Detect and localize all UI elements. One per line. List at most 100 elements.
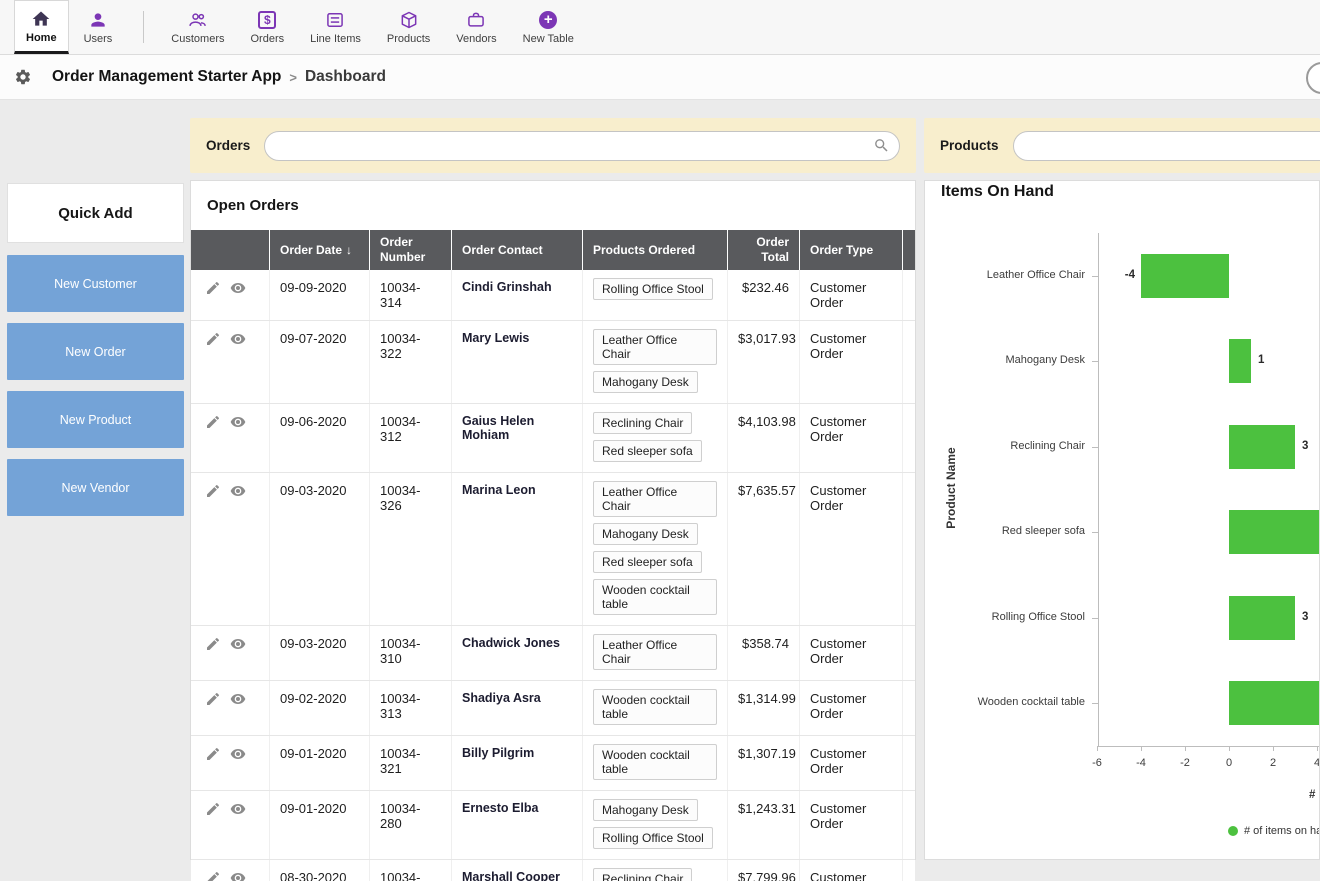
- quick-add-title: Quick Add: [58, 205, 132, 222]
- header-products-ordered[interactable]: Products Ordered: [583, 230, 728, 270]
- view-row-icon[interactable]: [230, 483, 246, 499]
- x-axis-title: # of items on hand: [1309, 789, 1320, 801]
- order-date-cell: 09-06-2020: [270, 404, 370, 472]
- tab-label: Customers: [171, 33, 224, 45]
- view-row-icon[interactable]: [230, 414, 246, 430]
- order-total-cell: $1,314.99: [728, 681, 800, 735]
- table-row[interactable]: 09-01-202010034-321Billy PilgrimWooden c…: [191, 736, 915, 791]
- view-row-icon[interactable]: [230, 746, 246, 762]
- view-row-icon[interactable]: [230, 280, 246, 296]
- breadcrumb-app-title[interactable]: Order Management Starter App: [52, 68, 281, 86]
- order-date-cell: 09-03-2020: [270, 473, 370, 625]
- y-axis-tick: [1092, 618, 1098, 619]
- y-axis-tick: [1092, 703, 1098, 704]
- tab-users[interactable]: Users: [73, 0, 124, 54]
- chart-bar: [1141, 254, 1229, 298]
- order-date-cell: 09-01-2020: [270, 736, 370, 790]
- product-pill: Wooden cocktail table: [593, 689, 717, 725]
- new-customer-button[interactable]: New Customer: [7, 255, 184, 312]
- tab-customers[interactable]: Customers: [160, 0, 235, 54]
- products-search-input[interactable]: [1013, 131, 1320, 161]
- x-tick-label: -4: [1126, 757, 1156, 769]
- user-icon: [88, 10, 108, 30]
- edit-row-icon[interactable]: [205, 280, 221, 296]
- order-number-cell: 10034-314: [370, 270, 452, 320]
- user-avatar[interactable]: [1306, 62, 1320, 94]
- product-pill: Mahogany Desk: [593, 523, 698, 545]
- gear-icon[interactable]: [14, 68, 32, 86]
- table-row[interactable]: 09-09-202010034-314Cindi GrinshahRolling…: [191, 270, 915, 321]
- edit-row-icon[interactable]: [205, 801, 221, 817]
- tab-products[interactable]: Products: [376, 0, 441, 54]
- order-contact-cell: Shadiya Asra: [452, 681, 583, 735]
- new-product-button[interactable]: New Product: [7, 391, 184, 448]
- tab-line-items[interactable]: Line Items: [299, 0, 372, 54]
- edit-row-icon[interactable]: [205, 331, 221, 347]
- order-type-cell: Customer Order: [800, 681, 903, 735]
- row-actions: [191, 321, 270, 403]
- products-ordered-cell: Reclining ChairRed sleeper sofa: [583, 404, 728, 472]
- order-contact-cell: Billy Pilgrim: [452, 736, 583, 790]
- category-label: Wooden cocktail table: [925, 696, 1085, 708]
- new-vendor-button[interactable]: New Vendor: [7, 459, 184, 516]
- tab-orders[interactable]: $ Orders: [239, 0, 295, 54]
- row-actions: [191, 404, 270, 472]
- x-tick-label: -6: [1082, 757, 1112, 769]
- edit-row-icon[interactable]: [205, 414, 221, 430]
- chart-bar: [1229, 596, 1295, 640]
- header-order-number[interactable]: Order Number: [370, 230, 452, 270]
- customers-icon: [188, 10, 208, 30]
- edit-row-icon[interactable]: [205, 483, 221, 499]
- header-order-date[interactable]: Order Date ↓: [270, 230, 370, 270]
- table-row[interactable]: 09-01-202010034-280Ernesto ElbaMahogany …: [191, 791, 915, 860]
- table-row[interactable]: 09-06-202010034-312Gaius Helen MohiamRec…: [191, 404, 915, 473]
- row-spacer: [903, 473, 923, 625]
- new-order-button[interactable]: New Order: [7, 323, 184, 380]
- edit-row-icon[interactable]: [205, 746, 221, 762]
- header-order-type[interactable]: Order Type: [800, 230, 903, 270]
- row-spacer: [903, 626, 923, 680]
- tab-vendors[interactable]: Vendors: [445, 0, 507, 54]
- view-row-icon[interactable]: [230, 870, 246, 881]
- product-pill: Leather Office Chair: [593, 329, 717, 365]
- view-row-icon[interactable]: [230, 331, 246, 347]
- edit-row-icon[interactable]: [205, 870, 221, 881]
- order-contact-cell: Cindi Grinshah: [452, 270, 583, 320]
- table-row[interactable]: 09-07-202010034-322Mary LewisLeather Off…: [191, 321, 915, 404]
- x-tick-label: -2: [1170, 757, 1200, 769]
- chart-bar: [1229, 339, 1251, 383]
- tab-label: Products: [387, 33, 430, 45]
- vendors-icon: [466, 10, 486, 30]
- edit-row-icon[interactable]: [205, 691, 221, 707]
- product-pill: Rolling Office Stool: [593, 827, 713, 849]
- open-orders-panel: Open Orders Order Date ↓ Order Number Or…: [190, 180, 916, 860]
- view-row-icon[interactable]: [230, 636, 246, 652]
- table-row[interactable]: 09-02-202010034-313Shadiya AsraWooden co…: [191, 681, 915, 736]
- table-row[interactable]: 09-03-202010034-310Chadwick JonesLeather…: [191, 626, 915, 681]
- table-row[interactable]: 09-03-202010034-326Marina LeonLeather Of…: [191, 473, 915, 626]
- search-icon[interactable]: [873, 137, 890, 154]
- products-ordered-cell: Wooden cocktail table: [583, 681, 728, 735]
- product-pill: Wooden cocktail table: [593, 744, 717, 780]
- product-pill: Mahogany Desk: [593, 371, 698, 393]
- tab-new-table[interactable]: + New Table: [512, 0, 585, 54]
- edit-row-icon[interactable]: [205, 636, 221, 652]
- header-order-contact[interactable]: Order Contact: [452, 230, 583, 270]
- order-date-cell: 08-30-2020: [270, 860, 370, 881]
- order-type-cell: Customer Order: [800, 270, 903, 320]
- product-pill: Mahogany Desk: [593, 799, 698, 821]
- view-row-icon[interactable]: [230, 801, 246, 817]
- view-row-icon[interactable]: [230, 691, 246, 707]
- open-orders-title: Open Orders: [191, 195, 915, 230]
- orders-search-input[interactable]: [264, 131, 900, 161]
- product-pill: Reclining Chair: [593, 412, 692, 434]
- row-spacer: [903, 270, 923, 320]
- order-contact-cell: Chadwick Jones: [452, 626, 583, 680]
- table-row[interactable]: 08-30-202010034-315Marshall CooperReclin…: [191, 860, 915, 881]
- tab-home[interactable]: Home: [14, 0, 69, 54]
- header-order-total[interactable]: Order Total: [728, 230, 800, 270]
- products-ordered-cell: Leather Office ChairMahogany DeskRed sle…: [583, 473, 728, 625]
- order-total-cell: $4,103.98: [728, 404, 800, 472]
- line-items-icon: [325, 10, 345, 30]
- x-axis-tick: [1229, 746, 1230, 751]
